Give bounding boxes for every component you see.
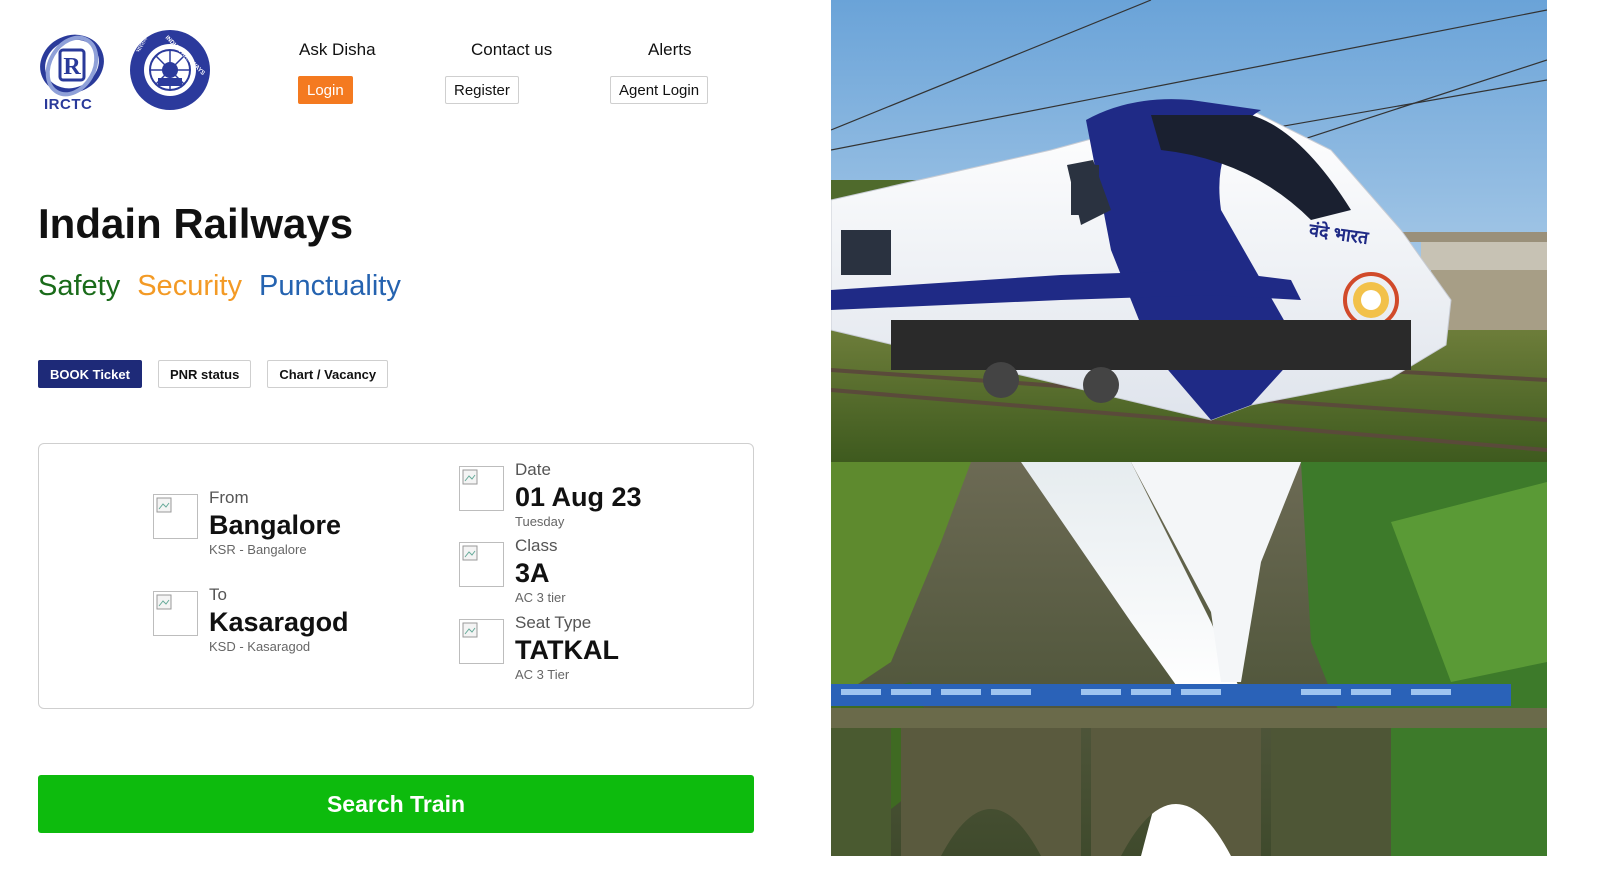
tab-pnr-status[interactable]: PNR status <box>157 360 252 388</box>
booking-card: From Bangalore KSR - Bangalore To Kasara… <box>38 443 754 709</box>
date-weekday: Tuesday <box>515 514 565 529</box>
date-broken-image-icon <box>459 466 504 511</box>
register-button[interactable]: Register <box>445 76 519 104</box>
seat-type-field[interactable]: Seat Type TATKAL AC 3 Tier <box>459 613 619 683</box>
search-train-button[interactable]: Search Train <box>38 775 754 833</box>
svg-text:R: R <box>63 54 81 80</box>
indian-railways-logo[interactable]: INDIAN RAILWAYS भारतीय रेल <box>128 28 212 112</box>
nav-ask-disha[interactable]: Ask Disha <box>299 40 376 60</box>
hero-image-panel: वंदे भारत <box>831 0 1547 856</box>
to-label: To <box>209 585 227 604</box>
vande-bharat-train-photo: वंदे भारत <box>831 0 1547 462</box>
class-value: 3A <box>515 558 550 588</box>
service-tabs: BOOK Ticket PNR status Chart / Vacancy <box>38 360 389 388</box>
seat-type-label: Seat Type <box>515 613 592 632</box>
to-value: Kasaragod <box>209 607 349 637</box>
irctc-logo-text: IRCTC <box>44 96 93 113</box>
nav-alerts[interactable]: Alerts <box>648 40 691 60</box>
to-field[interactable]: To Kasaragod KSD - Kasaragod <box>153 585 349 655</box>
to-broken-image-icon <box>153 591 198 636</box>
tab-book-ticket[interactable]: BOOK Ticket <box>38 360 142 388</box>
from-broken-image-icon <box>153 494 198 539</box>
from-value: Bangalore <box>209 510 342 540</box>
dudhsagar-waterfall-photo <box>831 462 1547 856</box>
class-label: Class <box>515 536 558 555</box>
agent-login-button[interactable]: Agent Login <box>610 76 709 104</box>
tagline-security: Security <box>137 270 242 302</box>
left-panel: R IRCTC INDIAN RAILWAYS भारतीय रेल Ask D… <box>0 0 831 873</box>
date-label: Date <box>515 460 551 479</box>
seat-type-value: TATKAL <box>515 635 619 665</box>
irctc-logo[interactable]: R IRCTC <box>36 28 108 114</box>
date-value: 01 Aug 23 <box>515 482 642 512</box>
from-field[interactable]: From Bangalore KSR - Bangalore <box>153 488 341 558</box>
tab-chart-vacancy[interactable]: Chart / Vacancy <box>267 360 389 388</box>
tagline-punctuality: Punctuality <box>258 270 401 302</box>
class-field[interactable]: Class 3A AC 3 tier <box>459 536 566 606</box>
tagline-safety: Safety <box>38 270 121 302</box>
date-field[interactable]: Date 01 Aug 23 Tuesday <box>459 460 642 530</box>
login-button[interactable]: Login <box>298 76 353 104</box>
page-title: Indain Railways <box>38 200 354 247</box>
to-station-code: KSD - Kasaragod <box>209 639 311 654</box>
class-broken-image-icon <box>459 542 504 587</box>
seat-type-description: AC 3 Tier <box>515 667 570 682</box>
class-description: AC 3 tier <box>515 590 566 605</box>
tagline: Safety Security Punctuality <box>38 270 401 303</box>
from-station-code: KSR - Bangalore <box>209 542 307 557</box>
nav-contact-us[interactable]: Contact us <box>471 40 552 60</box>
seat-type-broken-image-icon <box>459 619 504 664</box>
page: R IRCTC INDIAN RAILWAYS भारतीय रेल Ask D… <box>0 0 1602 873</box>
from-label: From <box>209 488 249 507</box>
